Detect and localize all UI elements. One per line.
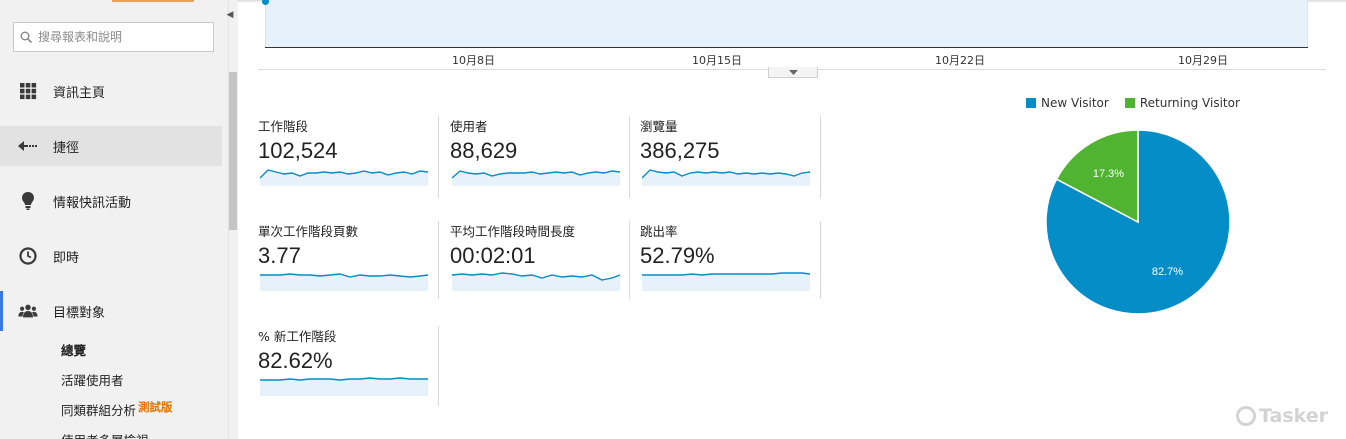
search-box[interactable] bbox=[13, 22, 214, 52]
date-tick: 10月15日 bbox=[692, 54, 742, 67]
metric-value: 3.77 bbox=[258, 243, 301, 268]
metric-pages-per-session[interactable]: 單次工作階段頁數 3.77 bbox=[258, 221, 438, 303]
metric-pageviews[interactable]: 瀏覽量 386,275 bbox=[640, 116, 820, 198]
date-tick: 10月29日 bbox=[1178, 54, 1228, 67]
nav-item-shortcuts[interactable]: 捷徑 bbox=[0, 126, 222, 166]
metric-separator bbox=[820, 116, 821, 198]
metric-users[interactable]: 使用者 88,629 bbox=[450, 116, 630, 198]
metric-label: 瀏覽量 bbox=[640, 119, 678, 134]
metric-label: 工作階段 bbox=[258, 119, 309, 134]
nav-item-label: 目標對象 bbox=[53, 305, 106, 321]
nav-item-realtime[interactable]: 即時 bbox=[0, 236, 222, 276]
expand-chart-button[interactable] bbox=[768, 67, 818, 78]
metric-sparkline bbox=[452, 170, 620, 186]
nav-item-label: 捷徑 bbox=[53, 140, 80, 156]
sub-item-user-explorer[interactable]: 使用者多層檢視 bbox=[61, 430, 149, 439]
nav-item-dashboards[interactable]: 資訊主頁 bbox=[0, 71, 222, 111]
lightbulb-icon bbox=[18, 191, 38, 211]
metric-separator bbox=[438, 326, 439, 406]
legend-label: New Visitor bbox=[1041, 96, 1109, 110]
watermark-text: Tasker bbox=[1259, 405, 1329, 427]
metric-value: 52.79% bbox=[640, 243, 715, 268]
metric-separator bbox=[438, 116, 439, 198]
metric-label: 單次工作階段頁數 bbox=[258, 224, 359, 239]
metric-sparkline bbox=[260, 273, 428, 291]
metric-value: 00:02:01 bbox=[450, 243, 536, 268]
sub-item-cohort-analysis[interactable]: 同類群組分析 測試版 bbox=[61, 400, 173, 419]
collapse-sidebar-button[interactable]: ◀ bbox=[222, 0, 238, 30]
pie-legend: New Visitor Returning Visitor bbox=[1026, 96, 1256, 110]
legend-entry-returning-visitor[interactable]: Returning Visitor bbox=[1124, 96, 1240, 110]
metric-value: 82.62% bbox=[258, 348, 333, 373]
sub-item-active-users[interactable]: 活躍使用者 bbox=[61, 370, 124, 389]
metric-sparkline bbox=[452, 272, 620, 291]
people-icon bbox=[18, 301, 38, 321]
timeline-chart-area[interactable] bbox=[265, 0, 1308, 48]
metric-bounce-rate[interactable]: 跳出率 52.79% bbox=[640, 221, 820, 303]
metric-label: 使用者 bbox=[450, 119, 488, 134]
metric-label: 跳出率 bbox=[640, 224, 678, 239]
search-icon bbox=[20, 31, 33, 43]
chevron-left-icon: ◀ bbox=[226, 10, 234, 20]
search-input[interactable] bbox=[38, 30, 208, 44]
metric-separator bbox=[438, 221, 439, 299]
legend-label: Returning Visitor bbox=[1139, 96, 1240, 110]
date-tick: 10月22日 bbox=[935, 54, 985, 67]
metric-separator bbox=[629, 116, 630, 198]
nav-item-intelligence-events[interactable]: 情報快訊活動 bbox=[0, 181, 222, 221]
sidebar: 資訊主頁 捷徑 情報快訊活動 bbox=[0, 0, 238, 439]
nav-item-label: 即時 bbox=[53, 250, 80, 266]
metric-sparkline bbox=[642, 272, 810, 291]
metric-sparkline bbox=[260, 377, 428, 396]
metric-label: 平均工作階段時間長度 bbox=[450, 224, 576, 239]
metric-avg-session-duration[interactable]: 平均工作階段時間長度 00:02:01 bbox=[450, 221, 630, 303]
metric-percent-new-sessions[interactable]: % 新工作階段 82.62% bbox=[258, 326, 438, 408]
watermark-logo: Tasker bbox=[1236, 405, 1328, 427]
metric-sparkline bbox=[260, 169, 428, 186]
metric-value: 102,524 bbox=[258, 138, 338, 163]
metric-value: 88,629 bbox=[450, 138, 518, 163]
sub-item-label: 同類群組分析 bbox=[61, 403, 137, 418]
tasker-logo-icon bbox=[1236, 406, 1256, 426]
metric-separator bbox=[820, 221, 821, 299]
nav-item-label: 資訊主頁 bbox=[53, 85, 106, 101]
legend-swatch bbox=[1124, 98, 1135, 108]
date-tick: 10月8日 bbox=[452, 54, 495, 67]
sub-item-overview[interactable]: 總覽 bbox=[61, 340, 86, 359]
sidebar-scrollbar-thumb[interactable] bbox=[229, 72, 237, 230]
dashboard-grid-icon bbox=[18, 81, 38, 101]
shortcut-arrow-icon bbox=[18, 136, 38, 156]
metric-sparkline bbox=[642, 169, 810, 186]
clock-icon bbox=[18, 246, 38, 266]
metric-sessions[interactable]: 工作階段 102,524 bbox=[258, 116, 438, 198]
nav-item-audience[interactable]: 目標對象 bbox=[0, 291, 222, 331]
chevron-down-icon bbox=[788, 69, 798, 75]
metric-value: 386,275 bbox=[640, 138, 720, 163]
metric-label: % 新工作階段 bbox=[258, 329, 337, 344]
beta-badge: 測試版 bbox=[138, 400, 173, 414]
nav-item-label: 情報快訊活動 bbox=[53, 195, 132, 211]
legend-swatch bbox=[1026, 98, 1036, 108]
sidebar-top-accent bbox=[112, 0, 194, 2]
pie-slice-label: 17.3% bbox=[1093, 168, 1124, 180]
pie-chart[interactable]: 82.7% 17.3% bbox=[1040, 124, 1236, 320]
metric-separator bbox=[629, 221, 630, 299]
legend-entry-new-visitor[interactable]: New Visitor bbox=[1026, 96, 1109, 110]
pie-slice-label: 82.7% bbox=[1152, 266, 1183, 278]
timeline-axis-line bbox=[265, 47, 1308, 48]
